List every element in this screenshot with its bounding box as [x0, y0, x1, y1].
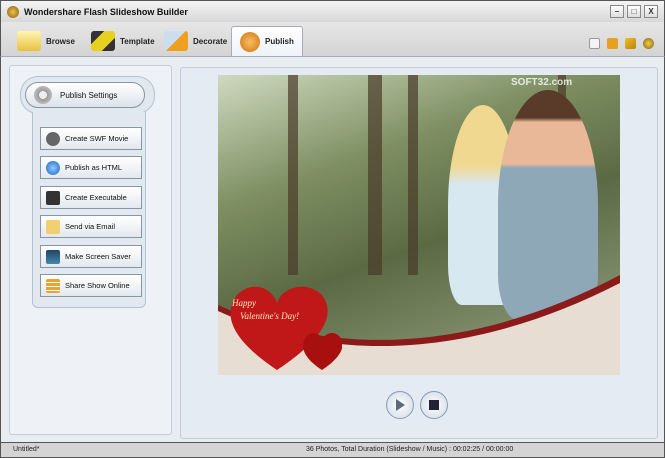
tree	[408, 75, 418, 275]
tab-template[interactable]: Template	[83, 26, 163, 56]
duration-summary: 36 Photos, Total Duration (Slideshow / M…	[306, 446, 514, 453]
watermark: SOFT32.com	[511, 77, 573, 88]
publish-icon	[240, 31, 260, 52]
exe-icon	[46, 190, 60, 205]
button-label: Make Screen Saver	[65, 252, 131, 261]
publish-settings-button[interactable]: Publish Settings	[25, 82, 145, 108]
share-icon	[46, 278, 60, 293]
swf-icon	[46, 131, 60, 146]
publish-settings-group: Publish Settings	[20, 76, 155, 114]
settings-icon[interactable]	[625, 38, 636, 49]
greeting-line: Valentine's Day!	[240, 311, 300, 321]
email-icon	[46, 219, 60, 234]
preview-panel: Happy Valentine's Day! SOFT32.com	[180, 67, 658, 439]
monitor-icon	[46, 249, 60, 264]
folder-icon	[17, 31, 41, 51]
app-icon	[7, 5, 19, 18]
gear-icon	[34, 86, 52, 104]
window-title: Wondershare Flash Slideshow Builder	[24, 6, 188, 17]
greeting-line: Happy	[232, 298, 256, 308]
greeting-text: Happy Valentine's Day!	[232, 297, 299, 323]
publish-settings-label: Publish Settings	[60, 90, 118, 100]
decorate-icon	[164, 31, 188, 51]
stop-icon	[429, 400, 439, 410]
tab-label: Decorate	[193, 36, 228, 46]
title-bar: Wondershare Flash Slideshow Builder – □ …	[0, 0, 665, 22]
close-button[interactable]: X	[644, 5, 658, 18]
tab-bar: Browse Template Decorate Publish	[0, 22, 665, 56]
tree	[288, 75, 298, 275]
publish-html-button[interactable]: Publish as HTML	[40, 156, 142, 179]
send-email-button[interactable]: Send via Email	[40, 215, 142, 238]
template-icon	[91, 31, 115, 51]
new-icon[interactable]	[589, 38, 600, 49]
make-screensaver-button[interactable]: Make Screen Saver	[40, 245, 142, 268]
tab-decorate[interactable]: Decorate	[156, 26, 235, 56]
button-label: Create SWF Movie	[65, 134, 129, 143]
share-online-button[interactable]: Share Show Online	[40, 274, 142, 297]
status-bar: Untitled* 36 Photos, Total Duration (Sli…	[0, 443, 665, 458]
help-icon[interactable]	[643, 38, 654, 49]
tab-label: Template	[120, 36, 155, 46]
tree	[368, 75, 382, 275]
ie-icon	[46, 160, 60, 175]
button-label: Create Executable	[65, 193, 127, 202]
button-label: Share Show Online	[65, 281, 130, 290]
tab-label: Publish	[265, 37, 294, 46]
publish-panel: Publish Settings Create SWF Movie Publis…	[9, 65, 172, 435]
save-icon[interactable]	[607, 38, 618, 49]
tab-browse[interactable]: Browse	[9, 26, 83, 56]
play-button[interactable]	[386, 391, 414, 419]
create-swf-button[interactable]: Create SWF Movie	[40, 127, 142, 150]
minimize-button[interactable]: –	[610, 5, 624, 18]
button-label: Send via Email	[65, 222, 116, 231]
button-label: Publish as HTML	[65, 163, 123, 172]
stop-button[interactable]	[420, 391, 448, 419]
slideshow-preview: Happy Valentine's Day!	[218, 75, 620, 375]
publish-options: Create SWF Movie Publish as HTML Create …	[32, 112, 146, 308]
create-executable-button[interactable]: Create Executable	[40, 186, 142, 209]
heart-icon	[230, 286, 342, 370]
play-icon	[396, 399, 405, 411]
file-name: Untitled*	[13, 446, 40, 453]
tab-label: Browse	[46, 36, 75, 46]
tab-publish[interactable]: Publish	[231, 26, 303, 56]
main-area: Publish Settings Create SWF Movie Publis…	[0, 56, 665, 443]
maximize-button[interactable]: □	[627, 5, 641, 18]
